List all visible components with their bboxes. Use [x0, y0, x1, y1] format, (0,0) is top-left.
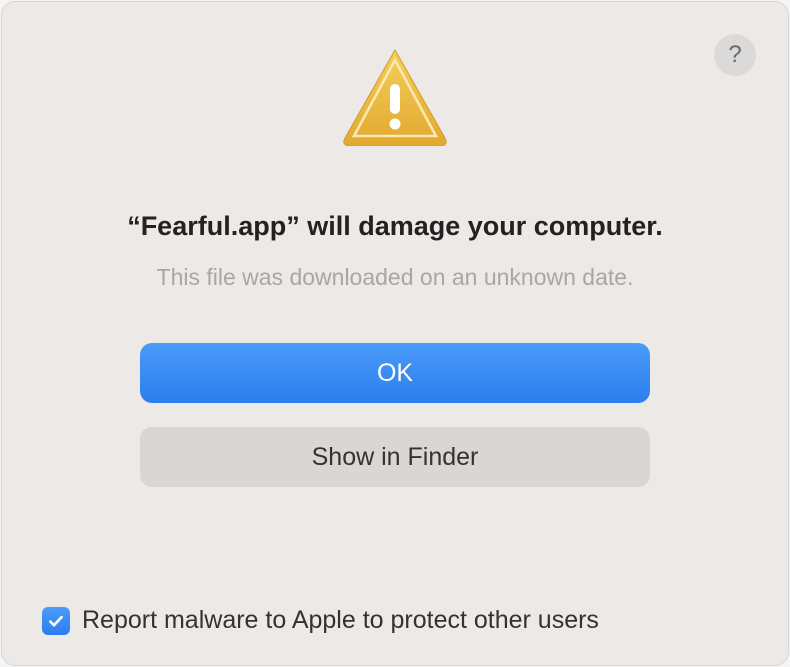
question-icon: ? [728, 41, 741, 69]
dialog-subtext: This file was downloaded on an unknown d… [157, 264, 634, 291]
report-malware-checkbox[interactable] [42, 607, 70, 635]
gatekeeper-warning-dialog: ? “Fearful.app” will damage your compute… [1, 1, 789, 666]
dialog-headline: “Fearful.app” will damage your computer. [127, 211, 663, 242]
ok-button[interactable]: OK [140, 343, 650, 403]
warning-triangle-icon [339, 46, 451, 151]
report-malware-row: Report malware to Apple to protect other… [42, 606, 599, 635]
checkmark-icon [47, 612, 65, 630]
show-in-finder-button[interactable]: Show in Finder [140, 427, 650, 487]
show-in-finder-label: Show in Finder [312, 443, 479, 472]
help-button[interactable]: ? [714, 34, 756, 76]
report-malware-label: Report malware to Apple to protect other… [82, 606, 599, 635]
ok-button-label: OK [377, 359, 413, 388]
